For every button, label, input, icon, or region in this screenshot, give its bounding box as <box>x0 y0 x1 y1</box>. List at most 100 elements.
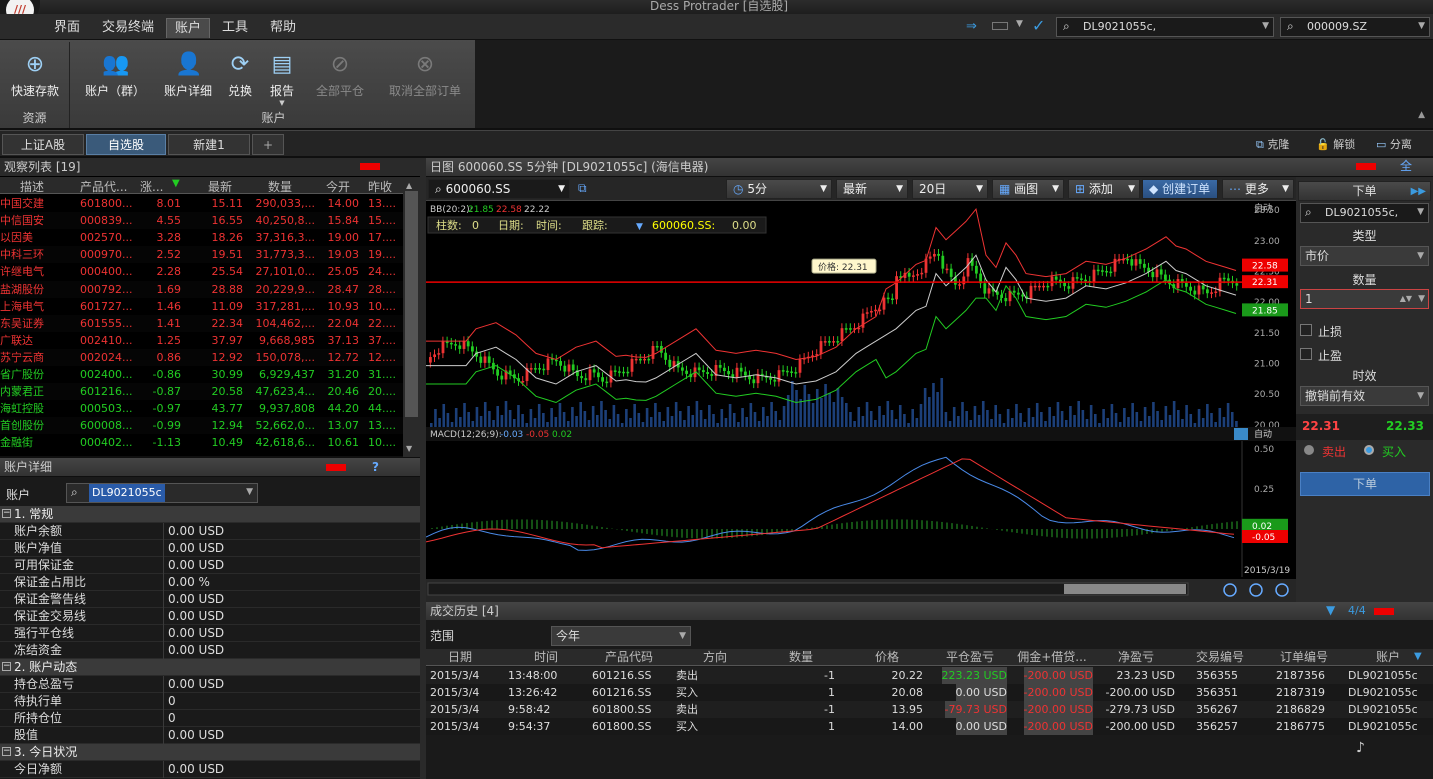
list-item[interactable]: 苏宁云商 002024... 0.86 12.92 150,078,... 12.72 12… <box>0 348 403 366</box>
chevron-down-icon[interactable]: ▼ <box>636 222 643 232</box>
collapse-icon[interactable]: − <box>2 662 11 671</box>
clone-button[interactable]: ⧉ 克隆 <box>1256 136 1289 152</box>
list-item[interactable]: 中信国安 000839... 4.55 16.55 40,250,8... 15.84 15… <box>0 212 403 230</box>
trade-col-header[interactable]: 日期 <box>430 649 490 666</box>
list-item[interactable]: 上海电气 601727... 1.46 11.09 317,281,... 10.93 10… <box>0 297 403 315</box>
range-select[interactable]: 20日 ▼ <box>912 179 988 199</box>
account-selector[interactable]: ⌕ DL9021055c, ▼ <box>1056 17 1274 37</box>
list-item[interactable]: 以因美 002570... 3.28 18.26 37,316,3... 19.00 17.… <box>0 229 403 247</box>
col-last[interactable]: 最新 <box>208 178 232 195</box>
tab-watchlist[interactable]: 自选股 <box>86 134 166 155</box>
trade-col-header[interactable]: 交易编号 <box>1178 649 1262 666</box>
col-desc[interactable]: 描述 <box>20 178 44 195</box>
quick-deposit-button[interactable]: ⊕ 快速存款 <box>4 46 66 99</box>
list-item[interactable]: 许继电气 000400... 2.28 25.54 27,101,0... 25.05 24… <box>0 263 403 281</box>
ask-price[interactable]: 22.33 <box>1386 419 1424 433</box>
table-row[interactable]: 2015/3/4 9:58:42 601800.SS 卖出 -1 13.95 -79.73 … <box>426 701 1433 718</box>
bid-price[interactable]: 22.31 <box>1302 419 1340 433</box>
menu-view[interactable]: 界面 <box>46 18 88 38</box>
trade-col-header[interactable]: 产品代码 <box>586 649 672 666</box>
unlock-button[interactable]: 🔓 解锁 <box>1316 136 1355 152</box>
collapse-icon[interactable]: − <box>2 509 11 518</box>
chart-symbol-select[interactable]: ⌕ 600060.SS ▼ <box>428 179 570 199</box>
list-item[interactable]: 内蒙君正 601216... -0.87 20.58 47,623,4... 20.46 2… <box>0 383 403 401</box>
menu-trading-terminal[interactable]: 交易终端 <box>94 18 162 38</box>
add-button[interactable]: ⊞ 添加 ▼ <box>1068 179 1140 199</box>
col-code[interactable]: 产品代... <box>80 178 127 195</box>
column-filter-icon[interactable]: ▼ <box>1414 651 1422 662</box>
close-all-button[interactable]: ⊘ 全部平仓 <box>310 46 370 99</box>
menu-account[interactable]: 账户 <box>166 18 211 38</box>
list-item[interactable]: 海虹控股 000503... -0.97 43.77 9,937,808 44.20 44.… <box>0 400 403 418</box>
submit-order-button[interactable]: 下单 <box>1300 472 1430 496</box>
chevron-down-icon[interactable]: ▼ <box>1016 19 1023 29</box>
col-open[interactable]: 今开 <box>326 178 350 195</box>
list-item[interactable]: 中科三环 000970... 2.52 19.51 31,773,3... 19.03 19… <box>0 246 403 264</box>
check-icon[interactable]: ✓ <box>1032 16 1045 35</box>
draw-button[interactable]: ▦ 画图 ▼ <box>992 179 1064 199</box>
list-item[interactable]: 中国交建 601800... 8.01 15.11 290,033,... 14.00 13… <box>0 195 403 212</box>
section-header[interactable]: −2. 账户动态 <box>0 659 420 676</box>
filter-icon[interactable]: ▼ <box>1326 603 1335 617</box>
trade-col-header[interactable]: 时间 <box>496 649 596 666</box>
buy-radio[interactable] <box>1364 445 1374 455</box>
range-select[interactable]: 今年 ▼ <box>551 626 691 646</box>
menu-tools[interactable]: 工具 <box>214 18 256 38</box>
link-icon[interactable]: ⇒ <box>966 19 977 34</box>
trade-col-header[interactable]: 佣金+借贷... <box>1010 649 1094 666</box>
list-item[interactable]: 盐湖股份 000792... 1.69 28.88 20,229,9... 28.47 28… <box>0 280 403 298</box>
account-group-button[interactable]: 👥 账户（群） <box>80 46 150 99</box>
list-item[interactable]: 首创股份 600008... -0.99 12.94 52,662,0... 13.07 1… <box>0 417 403 435</box>
report-button[interactable]: ▤ 报告 ▼ <box>262 46 302 107</box>
tif-select[interactable]: 撤销前有效 ▼ <box>1300 386 1429 406</box>
create-order-button[interactable]: ◆ 创建订单 <box>1142 179 1218 199</box>
pane-collapse-icon[interactable] <box>1234 428 1248 440</box>
interval-select[interactable]: ◷ 5分 ▼ <box>726 179 832 199</box>
table-row[interactable]: 2015/3/4 13:48:00 601216.SS 卖出 -1 20.22 223.23… <box>426 667 1433 684</box>
trade-col-header[interactable]: 净盈亏 <box>1094 649 1178 666</box>
list-item[interactable]: 金融街 000402... -1.13 10.49 42,618,6... 10.61 10… <box>0 434 403 452</box>
collapse-icon[interactable]: − <box>2 747 11 756</box>
col-prev[interactable]: 昨收 <box>368 178 392 195</box>
account-detail-button[interactable]: 👤 账户详细 <box>160 46 216 99</box>
cancel-all-orders-button[interactable]: ⊗ 取消全部订单 <box>384 46 466 99</box>
chart-scroll-thumb[interactable] <box>1064 584 1186 594</box>
chart-area[interactable]: BB(20:2): 21.85 22.58 22.22 柱数: 0 日期: 时间: 跟踪: 600… <box>426 177 1296 602</box>
menu-help[interactable]: 帮助 <box>262 18 304 38</box>
auto-scale-label[interactable]: 自动 <box>1254 202 1272 214</box>
quantity-stepper[interactable]: 1 ▲▼ ▼ <box>1300 289 1429 309</box>
help-icon[interactable]: ? <box>372 460 379 474</box>
trade-col-header[interactable]: 平仓盈亏 <box>930 649 1010 666</box>
watchlist-scrollbar[interactable]: ▲ ▼ <box>403 177 420 457</box>
col-volume[interactable]: 数量 <box>268 178 292 195</box>
table-row[interactable]: 2015/3/4 13:26:42 601216.SS 买入 1 20.08 0.00 US… <box>426 684 1433 701</box>
tab-shanghai-a[interactable]: 上证A股 <box>2 134 84 155</box>
tab-add[interactable]: + <box>252 134 284 155</box>
exchange-button[interactable]: ⟳ 兑换 <box>220 46 260 99</box>
trade-col-header[interactable]: 订单编号 <box>1262 649 1346 666</box>
more-button[interactable]: ⋯ 更多 ▼ <box>1222 179 1294 199</box>
expand-icon[interactable]: ▶▶ <box>1411 182 1426 201</box>
order-type-select[interactable]: 市价 ▼ <box>1300 246 1429 266</box>
list-item[interactable]: 广联达 002410... 1.25 37.97 9,668,985 37.13 37...… <box>0 331 403 349</box>
account-select[interactable]: ⌕ DL9021055c ▼ <box>66 483 258 503</box>
sell-radio[interactable] <box>1304 445 1314 455</box>
auto-scale-label[interactable]: 自动 <box>1254 428 1272 440</box>
order-account-select[interactable]: ⌕ DL9021055c, ▼ <box>1300 203 1429 223</box>
section-header[interactable]: −1. 常规 <box>0 506 420 523</box>
tab-new1[interactable]: 新建1 <box>168 134 250 155</box>
list-item[interactable]: 东吴证券 601555... 1.41 22.34 104,462,... 22.04 22… <box>0 314 403 332</box>
layout-icon[interactable] <box>992 22 1008 30</box>
collapse-ribbon-icon[interactable]: ▲ <box>1418 110 1425 120</box>
price-chart[interactable]: BB(20:2):21.85 22.58 22.22柱数: 0 日期: 时间: 跟踪: 600… <box>426 177 1296 602</box>
trade-col-header[interactable]: 价格 <box>844 649 930 666</box>
col-change[interactable]: 涨... <box>140 178 163 195</box>
symbol-selector[interactable]: ⌕ 000009.SZ ▼ <box>1280 17 1430 37</box>
price-mode-select[interactable]: 最新 ▼ <box>836 179 908 199</box>
fullscreen-button[interactable]: 全 <box>1400 157 1412 174</box>
price-pane[interactable] <box>426 203 1242 427</box>
link-windows-icon[interactable]: ⧉ <box>578 181 587 196</box>
trade-col-header[interactable]: 方向 <box>672 649 758 666</box>
stop-loss-checkbox[interactable] <box>1300 324 1312 336</box>
section-header[interactable]: −3. 今日状况 <box>0 744 420 761</box>
